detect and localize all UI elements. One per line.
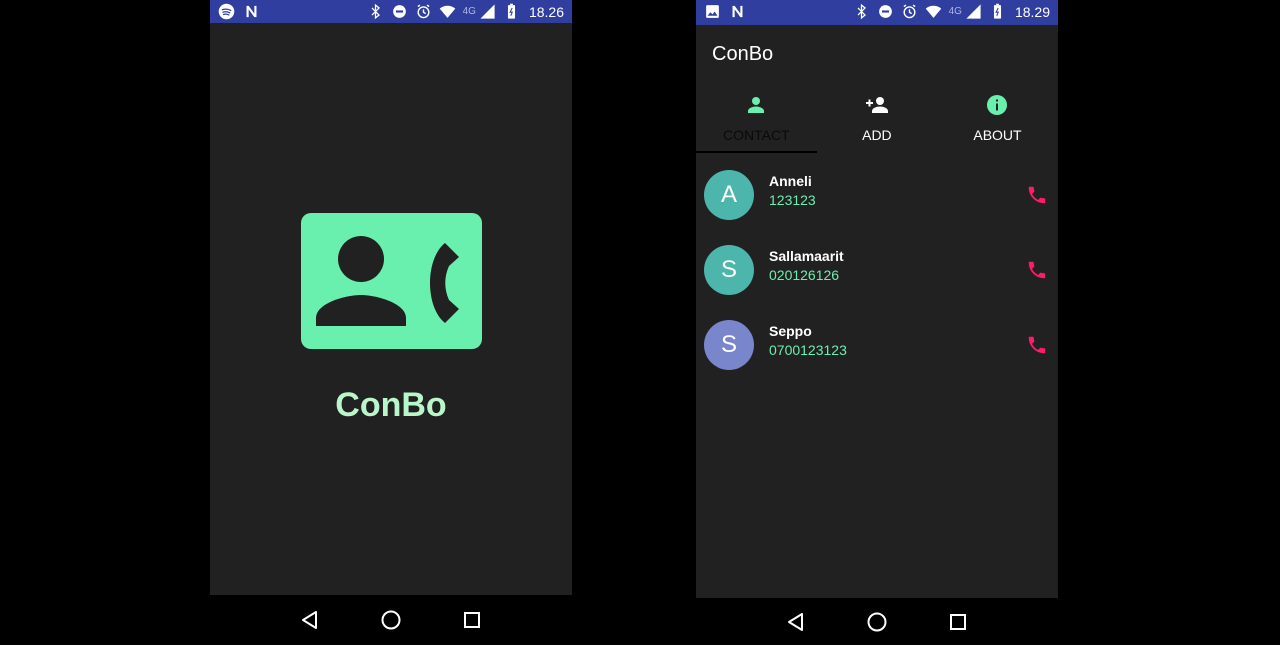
list-item[interactable]: S Sallamaarit 020126126 (696, 237, 1058, 312)
app-title: ConBo (712, 43, 774, 65)
phone-icon[interactable] (1026, 259, 1048, 281)
signal-icon (480, 4, 495, 19)
tab-indicator (696, 151, 817, 153)
status-time: 18.29 (1014, 3, 1050, 20)
tab-label: ADD (862, 127, 892, 143)
contact-number: 123123 (769, 192, 816, 208)
status-bar: 4G 18.26 (210, 0, 572, 23)
back-icon (788, 612, 804, 631)
list-item[interactable]: A Anneli 123123 (696, 162, 1058, 237)
person-icon (748, 97, 765, 113)
signal-icon (966, 4, 981, 19)
n-notification-icon (732, 5, 743, 18)
do-not-disturb-icon (878, 5, 892, 18)
contact-name: Sallamaarit (769, 248, 844, 264)
tab-bar: CONTACT ADD ABOUT (696, 85, 1058, 153)
tab-contact[interactable]: CONTACT (696, 85, 817, 153)
recents-icon (949, 613, 966, 630)
home-icon (867, 612, 887, 631)
navigation-bar (696, 598, 1058, 645)
status-bar: 4G 18.29 (696, 0, 1058, 25)
contact-name: Seppo (769, 323, 812, 339)
phone-icon[interactable] (1026, 334, 1048, 356)
app-name: ConBo (335, 386, 447, 424)
contacts-screen: 4G 18.29 ConBo CONTACT ADD ABOUT A Annel… (696, 0, 1058, 645)
bluetooth-icon (371, 3, 380, 20)
home-icon (381, 610, 401, 630)
phone-icon[interactable] (1026, 184, 1048, 206)
tab-add[interactable]: ADD (817, 85, 938, 153)
avatar: S (704, 320, 754, 370)
contact-phone-icon (316, 236, 459, 326)
wifi-icon (439, 5, 455, 18)
contact-name: Anneli (769, 173, 812, 189)
recents-button[interactable] (460, 608, 484, 632)
alarm-icon (417, 4, 430, 19)
tab-label: CONTACT (722, 127, 790, 143)
splash-screen: 4G 18.26 ConBo (210, 0, 572, 645)
spotify-icon (218, 3, 235, 20)
contact-number: 0700123123 (769, 342, 847, 358)
back-button[interactable] (298, 608, 322, 632)
status-time: 18.26 (528, 3, 564, 20)
battery-icon (507, 3, 515, 19)
person-add-icon (865, 97, 888, 113)
app-logo (301, 213, 482, 349)
recents-button[interactable] (946, 610, 970, 634)
contact-list: A Anneli 123123 S Sallamaarit 020126126 … (696, 162, 1058, 387)
list-item[interactable]: S Seppo 0700123123 (696, 312, 1058, 387)
navigation-bar (210, 595, 572, 645)
tab-about[interactable]: ABOUT (937, 85, 1058, 153)
network-type: 4G (948, 6, 962, 17)
home-button[interactable] (865, 610, 889, 634)
avatar: S (704, 245, 754, 295)
image-icon (706, 5, 719, 18)
back-icon (302, 611, 318, 629)
tab-label: ABOUT (973, 127, 1022, 143)
avatar: A (704, 170, 754, 220)
do-not-disturb-icon (392, 5, 406, 18)
bluetooth-icon (857, 3, 866, 20)
alarm-icon (903, 4, 916, 19)
battery-icon (993, 3, 1001, 19)
contact-number: 020126126 (769, 267, 840, 283)
info-icon (987, 95, 1008, 115)
network-type: 4G (462, 6, 476, 17)
home-button[interactable] (379, 608, 403, 632)
n-notification-icon (246, 5, 257, 18)
wifi-icon (925, 5, 941, 18)
back-button[interactable] (784, 610, 808, 634)
recents-icon (463, 612, 480, 628)
